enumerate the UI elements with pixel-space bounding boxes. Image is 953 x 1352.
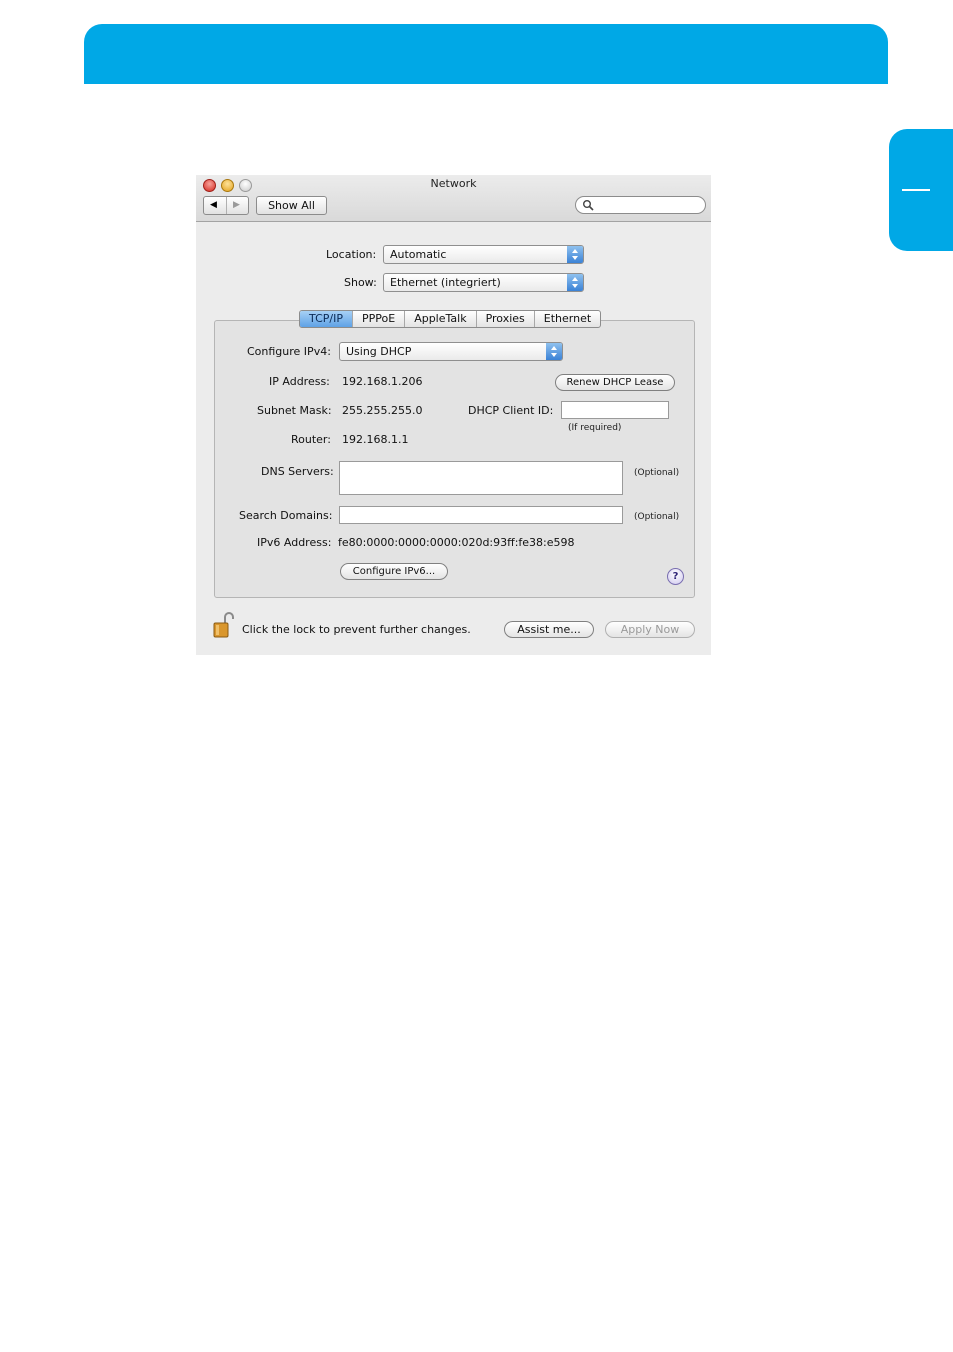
search-optional-hint: (Optional) — [634, 512, 680, 522]
window-titlebar: Network ◀ ▶ Show All — [196, 175, 711, 222]
help-icon[interactable]: ? — [667, 568, 684, 585]
window-title: Network — [430, 177, 477, 190]
back-forward-control[interactable]: ◀ ▶ — [203, 196, 249, 215]
dhcp-client-id-field[interactable] — [561, 401, 669, 419]
ipv6-address-value: fe80:0000:0000:0000:020d:93ff:fe38:e598 — [338, 536, 575, 549]
back-arrow-icon[interactable]: ◀ — [210, 199, 217, 212]
tab-appletalk[interactable]: AppleTalk — [404, 311, 475, 327]
forward-arrow-icon[interactable]: ▶ — [233, 199, 240, 212]
lock-icon[interactable] — [213, 610, 235, 638]
ipv6-address-label: IPv6 Address: — [257, 536, 332, 549]
tab-content-panel — [214, 320, 695, 598]
tab-tcpip[interactable]: TCP/IP — [300, 311, 352, 327]
configure-ipv6-button[interactable]: Configure IPv6... — [340, 563, 448, 580]
side-tab-dash — [902, 189, 930, 191]
ip-address-label: IP Address: — [269, 375, 330, 388]
dns-servers-field[interactable] — [339, 461, 623, 495]
search-domains-label: Search Domains: — [239, 509, 333, 522]
search-field[interactable] — [575, 196, 706, 214]
configure-ipv4-popup[interactable]: Using DHCP — [339, 342, 563, 361]
configure-ipv4-value: Using DHCP — [346, 345, 412, 358]
subnet-mask-value: 255.255.255.0 — [342, 404, 423, 417]
dns-optional-hint: (Optional) — [634, 468, 680, 478]
show-all-button[interactable]: Show All — [256, 196, 327, 215]
magnifier-icon — [583, 200, 594, 211]
ip-address-value: 192.168.1.206 — [342, 375, 423, 388]
chapter-side-tab — [889, 129, 953, 251]
tab-pppoe[interactable]: PPPoE — [351, 311, 404, 327]
location-label: Location: — [326, 248, 377, 261]
client-id-hint: (If required) — [568, 423, 622, 433]
configure-ipv4-label: Configure IPv4: — [247, 345, 331, 358]
dns-servers-label: DNS Servers: — [261, 465, 334, 478]
router-label: Router: — [291, 433, 331, 446]
popup-arrows-icon — [546, 343, 562, 360]
location-value: Automatic — [390, 248, 447, 261]
lock-message: Click the lock to prevent further change… — [242, 623, 471, 636]
renew-dhcp-lease-button[interactable]: Renew DHCP Lease — [555, 374, 675, 391]
location-popup[interactable]: Automatic — [383, 245, 584, 264]
subnet-mask-label: Subnet Mask: — [257, 404, 332, 417]
show-popup[interactable]: Ethernet (integriert) — [383, 273, 584, 292]
show-value: Ethernet (integriert) — [390, 276, 501, 289]
router-value: 192.168.1.1 — [342, 433, 409, 446]
tab-bar: TCP/IP PPPoE AppleTalk Proxies Ethernet — [299, 310, 602, 328]
dhcp-client-id-label: DHCP Client ID: — [468, 404, 554, 417]
page-header-bar — [84, 24, 888, 84]
tab-proxies[interactable]: Proxies — [475, 311, 534, 327]
apply-now-button[interactable]: Apply Now — [605, 621, 695, 638]
search-domains-field[interactable] — [339, 506, 623, 524]
tab-ethernet[interactable]: Ethernet — [533, 311, 600, 327]
show-label: Show: — [344, 276, 377, 289]
popup-arrows-icon — [567, 274, 583, 291]
popup-arrows-icon — [567, 246, 583, 263]
assist-me-button[interactable]: Assist me... — [504, 621, 594, 638]
network-preferences-window: Network ◀ ▶ Show All Location: Automatic… — [196, 175, 711, 655]
